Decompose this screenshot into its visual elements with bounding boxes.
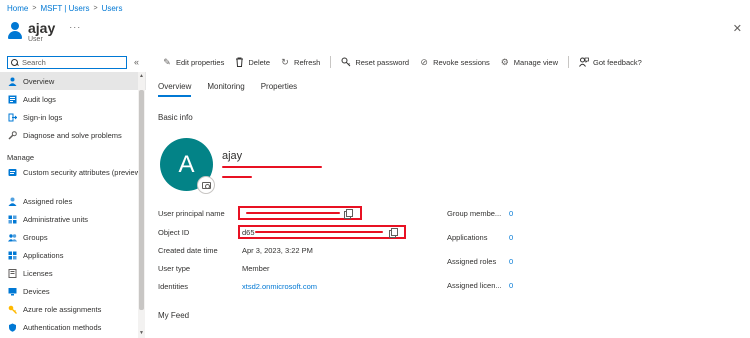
feedback-button[interactable]: Got feedback?	[579, 57, 642, 67]
reset-password-button[interactable]: Reset password	[341, 57, 409, 67]
scrollbar-thumb[interactable]	[139, 90, 144, 310]
roles-icon	[8, 197, 17, 206]
created-date-label: Created date time	[158, 246, 218, 255]
assigned-licenses-count[interactable]: 0	[509, 281, 513, 290]
more-options-icon[interactable]: ···	[69, 22, 81, 32]
refresh-button[interactable]: ↻ Refresh	[280, 57, 320, 67]
breadcrumb-users[interactable]: Users	[102, 4, 123, 13]
breadcrumb-tenant[interactable]: MSFT | Users	[40, 4, 89, 13]
redaction-mark	[255, 231, 383, 233]
gear-icon: ⚙	[500, 57, 509, 67]
feedback-icon	[579, 57, 589, 67]
admin-units-icon	[8, 215, 17, 224]
my-feed-heading: My Feed	[158, 311, 190, 320]
manage-view-button[interactable]: ⚙ Manage view	[500, 57, 558, 67]
command-bar: ✎ Edit properties Delete ↻ Refresh Reset…	[162, 56, 652, 68]
redaction-mark	[222, 176, 252, 178]
object-id-value: d65	[242, 228, 255, 237]
refresh-icon: ↻	[281, 57, 289, 67]
audit-log-icon	[8, 95, 17, 104]
user-display-name: ajay	[222, 150, 243, 162]
copy-icon[interactable]	[344, 209, 353, 219]
sign-in-icon	[8, 113, 18, 122]
devices-icon	[8, 287, 17, 296]
sidebar-item-azure-role-assignments[interactable]: Azure role assignments	[0, 300, 146, 318]
identities-label: Identities	[158, 282, 189, 291]
sidebar-item-overview[interactable]: Overview	[0, 72, 146, 90]
breadcrumb-home[interactable]: Home	[7, 4, 28, 13]
key-icon	[8, 305, 17, 314]
created-date-value: Apr 3, 2023, 3:22 PM	[242, 246, 313, 255]
edit-properties-button[interactable]: ✎ Edit properties	[162, 57, 224, 67]
search-icon	[11, 58, 19, 67]
licenses-icon	[8, 268, 17, 278]
camera-icon	[201, 181, 211, 189]
assigned-roles-label: Assigned roles	[447, 257, 497, 266]
copy-icon[interactable]	[389, 228, 398, 238]
sidebar-item-groups[interactable]: Groups	[0, 228, 146, 246]
page-header: ajay User ···	[7, 20, 81, 43]
security-attributes-icon	[8, 168, 17, 177]
collapse-sidebar-icon[interactable]: «	[134, 57, 139, 67]
assigned-licenses-label: Assigned licen...	[447, 281, 502, 290]
sidebar-item-licenses[interactable]: Licenses	[0, 264, 146, 282]
user-type-value: Member	[242, 264, 270, 273]
sidebar-item-applications[interactable]: Applications	[0, 246, 146, 264]
trash-icon	[234, 57, 244, 67]
tab-bar: Overview Monitoring Properties	[158, 82, 313, 97]
search-placeholder: Search	[22, 58, 46, 67]
upn-label: User principal name	[158, 209, 225, 218]
basic-info-heading: Basic info	[158, 113, 193, 122]
key-icon	[341, 57, 351, 67]
block-icon: ⊘	[420, 57, 428, 67]
group-memberships-count[interactable]: 0	[509, 209, 513, 218]
sidebar-item-assigned-roles[interactable]: Assigned roles	[0, 192, 146, 210]
sidebar-item-diagnose[interactable]: Diagnose and solve problems	[0, 126, 146, 144]
breadcrumb: Home > MSFT | Users > Users	[7, 4, 122, 13]
user-icon	[7, 22, 23, 40]
search-input[interactable]: Search	[7, 56, 127, 69]
chevron-right-icon: >	[32, 5, 37, 12]
identities-link[interactable]: xtsd2.onmicrosoft.com	[242, 282, 317, 291]
groups-icon	[8, 233, 17, 242]
sidebar-item-authentication-methods[interactable]: Authentication methods	[0, 318, 146, 336]
sidebar: Overview Audit logs Sign-in logs Diagnos…	[0, 72, 146, 338]
applications-label: Applications	[447, 233, 488, 242]
sidebar-item-administrative-units[interactable]: Administrative units	[0, 210, 146, 228]
page-title: ajay	[28, 20, 56, 36]
sidebar-scrollbar[interactable]	[138, 72, 145, 338]
close-icon[interactable]: ✕	[733, 22, 742, 35]
applications-icon	[8, 251, 17, 260]
user-type-label: User type	[158, 264, 191, 273]
chevron-right-icon: >	[93, 5, 98, 12]
tab-properties[interactable]: Properties	[261, 82, 297, 97]
redaction-mark	[222, 166, 322, 168]
sidebar-item-sign-in-logs[interactable]: Sign-in logs	[0, 108, 146, 126]
assigned-roles-count[interactable]: 0	[509, 257, 513, 266]
pencil-icon: ✎	[163, 57, 171, 67]
redaction-mark	[246, 212, 340, 214]
person-icon	[8, 77, 17, 86]
sidebar-item-custom-security-attributes[interactable]: Custom security attributes (preview)	[0, 166, 146, 192]
page-subtitle: User	[28, 36, 43, 43]
wrench-icon	[8, 130, 17, 140]
revoke-sessions-button[interactable]: ⊘ Revoke sessions	[419, 57, 489, 67]
scroll-down-icon[interactable]: ▼	[139, 330, 144, 336]
shield-icon	[8, 323, 17, 332]
group-memberships-label: Group membe...	[447, 209, 502, 218]
sidebar-item-audit-logs[interactable]: Audit logs	[0, 90, 146, 108]
tab-overview[interactable]: Overview	[158, 82, 192, 97]
tab-monitoring[interactable]: Monitoring	[207, 82, 244, 97]
toolbar-divider	[330, 56, 332, 68]
object-id-label: Object ID	[158, 228, 190, 237]
toolbar-divider	[568, 56, 569, 68]
delete-button[interactable]: Delete	[234, 57, 270, 67]
sidebar-item-devices[interactable]: Devices	[0, 282, 146, 300]
applications-count[interactable]: 0	[509, 233, 513, 242]
change-photo-button[interactable]	[197, 176, 215, 194]
scroll-up-icon[interactable]: ▲	[139, 73, 144, 79]
sidebar-section-manage: Manage	[7, 152, 35, 162]
